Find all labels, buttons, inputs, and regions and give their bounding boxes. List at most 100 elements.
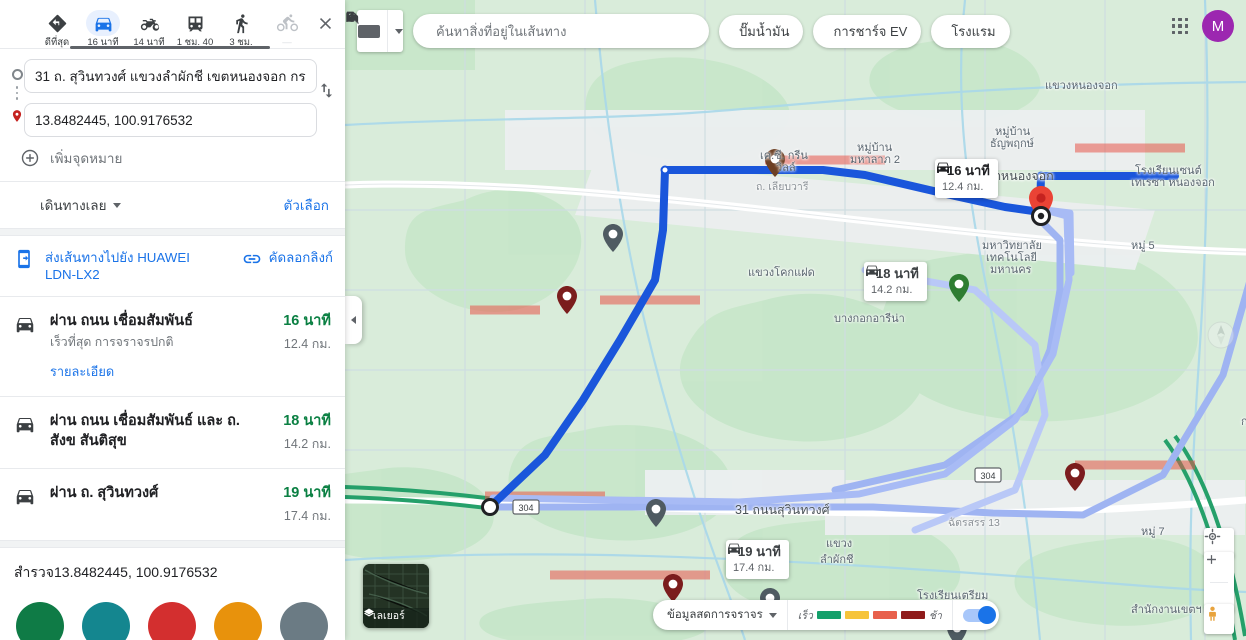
map-type-icon [357,24,380,38]
add-destination-label: เพิ่มจุดหมาย [50,151,123,166]
route-title: ผ่าน ถนน เชื่อมสัมพันธ์ และ ถ. สังข สันต… [50,413,240,449]
travel-modes-underline [70,46,270,49]
map-label: บางกอกอารีน่า [834,313,905,325]
divider [386,10,388,52]
transit-icon [178,10,212,36]
share-row: ส่งเส้นทางไปยัง HUAWEI LDN-LX2 คัดลอกลิง… [0,236,345,296]
search-along-route-input[interactable]: ค้นหาสิ่งที่อยู่ในเส้นทาง [346,11,709,48]
map-label: 31 ถนนสุวินทวงศ์ [735,503,830,517]
close-directions-button[interactable] [312,8,339,38]
route-bubble-time: 18 นาที [876,266,919,281]
options-link[interactable]: ตัวเลือก [283,194,329,216]
chevron-left-icon [351,316,356,324]
travel-mode-motorcycle[interactable]: 14 นาที [126,6,172,48]
origin-input[interactable]: 31 ถ. สุวินทวงศ์ แขวงลำผักชี เขตหนองจอก … [24,59,317,93]
routes-list: ผ่าน ถนน เชื่อมสัมพันธ์ เร็วที่สุด การจร… [0,297,345,640]
route-bubble-1[interactable]: 16 นาที 12.4 กม. [935,159,998,198]
map-vector-layer: 304 304 [345,0,1246,640]
route-bubble-distance: 12.4 กม. [942,181,984,193]
map-type-selector[interactable] [357,10,403,52]
route-options-row: เดินทางเลย ตัวเลือก [0,182,345,228]
car-icon [14,483,38,512]
avatar[interactable]: M [1202,10,1234,42]
travel-mode-cycling[interactable]: — [264,6,310,48]
divider [786,600,788,630]
explore-circle-1[interactable] [16,602,64,640]
map-label: แขวงหนองจอก [1045,80,1118,92]
route-bubble-time: 19 นาที [738,544,781,559]
compass-icon[interactable] [1204,318,1238,358]
route-bubble-3[interactable]: 19 นาที 17.4 กม. [726,540,789,579]
legend-swatch-slow [872,611,897,619]
route-duration: 18 นาที [283,413,331,429]
map-label: แขวงโคกแฝด [748,267,815,279]
traffic-legend: เร็ว ช้า [798,607,942,624]
route-bubble-time: 16 นาที [947,163,990,178]
travel-mode-label: — [282,37,292,48]
map-label: วิลล์ [776,162,796,174]
add-destination-row[interactable]: เพิ่มจุดหมาย [0,141,345,181]
map-label: หมู่ 5 [1131,240,1155,252]
map-canvas[interactable]: 304 304 เค.ซี. กรีน วิลล์ หมู่บ้าน มหาลา… [345,0,1246,640]
route-metrics: 19 นาที 17.4 กม. [277,483,331,526]
legend-swatch-moderate [844,611,869,619]
street-view-pegman[interactable] [1204,604,1234,634]
map-label: กระทุ่มราย [1241,416,1246,428]
traffic-toggle[interactable] [962,605,996,624]
legend-swatch-fast [816,611,841,619]
travel-mode-driving[interactable]: 16 นาที [80,6,126,48]
link-icon [242,249,262,274]
map-account-area: M [1171,10,1234,42]
route-distance: 17.4 กม. [283,509,331,523]
destination-input[interactable]: 13.8482445, 100.9176532 [24,103,317,137]
leave-now-dropdown[interactable]: เดินทางเลย [40,194,122,216]
best-route-icon [40,10,74,36]
explore-circle-5[interactable] [280,602,328,640]
route-metrics: 18 นาที 14.2 กม. [277,411,331,454]
swap-endpoints-button[interactable] [317,59,336,100]
legend-fast-label: เร็ว [797,609,813,622]
route-title: ผ่าน ถ. สุวินทวงศ์ [50,485,159,501]
route-bubble-2[interactable]: 18 นาที 14.2 กม. [864,262,927,301]
travel-modes-list: ดีที่สุด 16 นาที 14 นาที 1 ชม. 40 3 ชม. … [0,6,345,48]
map-top-toolbar: ค้นหาสิ่งที่อยู่ในเส้นทาง ปั๊มน้ำมัน การ… [345,10,1246,52]
route-option-1[interactable]: ผ่าน ถนน เชื่อมสัมพันธ์ เร็วที่สุด การจร… [0,297,345,396]
send-directions-label: ส่งเส้นทางไปยัง HUAWEI LDN-LX2 [45,250,190,282]
map-label: มหาลาภ 2 [850,154,901,166]
map-label: ถ. เลียบวารี [756,181,809,193]
travel-mode-walking[interactable]: 3 ชม. [218,6,264,48]
travel-mode-transit[interactable]: 1 ชม. 40 [172,6,218,48]
map-label: ฉัตรสรร 13 [948,517,1000,529]
divider [951,600,953,630]
travel-mode-best[interactable]: ดีที่สุด [34,6,80,48]
chevron-down-icon [394,28,403,34]
search-placeholder: ค้นหาสิ่งที่อยู่ในเส้นทาง [436,23,567,39]
route-option-3[interactable]: ผ่าน ถ. สุวินทวงศ์ 19 นาที 17.4 กม. [0,469,345,540]
chip-label: โรงแรม [951,23,996,39]
travel-modes-bar: ดีที่สุด 16 นาที 14 นาที 1 ชม. 40 3 ชม. … [0,0,345,49]
plus-circle-icon [10,148,50,168]
route-option-2[interactable]: ผ่าน ถนน เชื่อมสัมพันธ์ และ ถ. สังข สันต… [0,397,345,468]
chip-gas-stations[interactable]: ปั๊มน้ำมัน [346,11,804,48]
route-details-link[interactable]: รายละเอียด [50,361,265,382]
chip-hotels[interactable]: โรงแรม [346,13,1010,48]
explore-circle-3[interactable] [148,602,196,640]
explore-circle-2[interactable] [82,602,130,640]
chip-ev-charging[interactable]: การชาร์จ EV [346,11,922,48]
explore-circle-4[interactable] [214,602,262,640]
map-label: ลำผักชี [820,554,854,566]
pegman-icon[interactable] [1204,604,1234,634]
layers-button[interactable]: เลเยอร์ [363,564,429,628]
chevron-down-icon [768,612,777,618]
directions-panel: ดีที่สุด 16 นาที 14 นาที 1 ชม. 40 3 ชม. … [0,0,345,640]
send-directions-button[interactable]: ส่งเส้นทางไปยัง HUAWEI LDN-LX2 [14,249,236,283]
copy-link-button[interactable]: คัดลอกลิงก์ [242,249,333,274]
live-traffic-dropdown[interactable]: ข้อมูลสดการจราจร [667,606,777,624]
legend-slow-label: ช้า [928,609,942,622]
route-distance: 14.2 กม. [283,437,331,451]
collapse-panel-button[interactable] [345,296,362,344]
google-apps-icon[interactable] [1171,17,1188,35]
destination-marker [1029,186,1053,226]
destination-pin-icon [10,108,24,122]
leave-now-label: เดินทางเลย [40,198,107,213]
